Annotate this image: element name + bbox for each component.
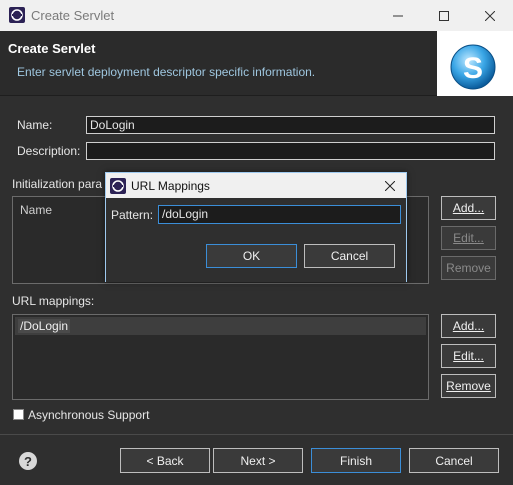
init-edit-button[interactable]: Edit... [441,226,496,250]
window-title: Create Servlet [31,8,115,23]
cancel-label: Cancel [435,453,473,468]
url-add-label: Add... [452,319,485,333]
url-mappings-dialog: URL Mappings Pattern: /doLogin OK Cancel [105,172,407,282]
footer-divider [0,434,513,435]
close-icon [485,10,495,21]
description-label: Description: [17,144,81,158]
url-edit-button[interactable]: Edit... [441,344,496,368]
back-label: < Back [146,453,184,468]
init-remove-label: Remove [446,261,491,275]
url-remove-label: Remove [446,379,491,393]
title-bar: Create Servlet [0,0,513,31]
minimize-button[interactable] [375,0,421,31]
dialog-body: Pattern: /doLogin OK Cancel [106,198,406,282]
minimize-icon [393,15,403,16]
async-support-checkbox[interactable] [13,409,24,420]
dialog-cancel-button[interactable]: Cancel [304,244,395,268]
name-label: Name: [17,118,53,132]
url-mappings-list[interactable]: /DoLogin [12,314,429,400]
servlet-logo-icon: S [450,44,496,90]
dialog-cancel-label: Cancel [330,249,369,263]
url-mapping-value: /DoLogin [18,319,71,333]
wizard-banner: Create Servlet Enter servlet deployment … [0,31,513,96]
help-button[interactable]: ? [18,451,38,471]
back-button[interactable]: < Back [120,448,210,473]
name-input[interactable]: DoLogin [86,116,495,134]
init-params-label: Initialization para [12,177,103,191]
description-input[interactable] [86,142,495,160]
maximize-icon [439,10,449,21]
svg-text:S: S [463,52,483,85]
cancel-button[interactable]: Cancel [409,448,499,473]
dialog-title: URL Mappings [131,179,210,193]
help-icon: ? [19,452,37,470]
dialog-close-button[interactable] [378,175,402,197]
dialog-app-icon [110,178,126,194]
pattern-label: Pattern: [111,208,154,222]
next-label: Next > [240,453,276,468]
eclipse-app-icon [9,7,25,23]
init-add-label: Add... [452,201,485,215]
close-icon [385,181,395,191]
init-edit-label: Edit... [453,231,484,245]
finish-label: Finish [339,453,372,468]
svg-text:?: ? [24,454,32,469]
banner-title: Create Servlet [8,41,96,56]
dialog-ok-label: OK [242,249,261,263]
maximize-button[interactable] [421,0,467,31]
url-mapping-row[interactable]: /DoLogin [15,317,426,335]
next-button[interactable]: Next > [213,448,303,473]
url-edit-label: Edit... [453,349,484,363]
init-params-name-column: Name [20,203,53,217]
url-mappings-label: URL mappings: [12,294,95,308]
url-add-button[interactable]: Add... [441,314,496,338]
async-support-label: Asynchronous Support [28,408,150,422]
finish-button[interactable]: Finish [311,448,401,473]
url-remove-button[interactable]: Remove [441,374,496,398]
dialog-ok-button[interactable]: OK [206,244,297,268]
servlet-logo: S [437,31,513,96]
banner-description: Enter servlet deployment descriptor spec… [17,65,316,79]
pattern-input[interactable]: /doLogin [158,205,401,224]
init-remove-button[interactable]: Remove [441,256,496,280]
close-button[interactable] [467,0,513,31]
create-servlet-window: Create Servlet Create Servlet Enter serv… [0,0,513,485]
init-add-button[interactable]: Add... [441,196,496,220]
